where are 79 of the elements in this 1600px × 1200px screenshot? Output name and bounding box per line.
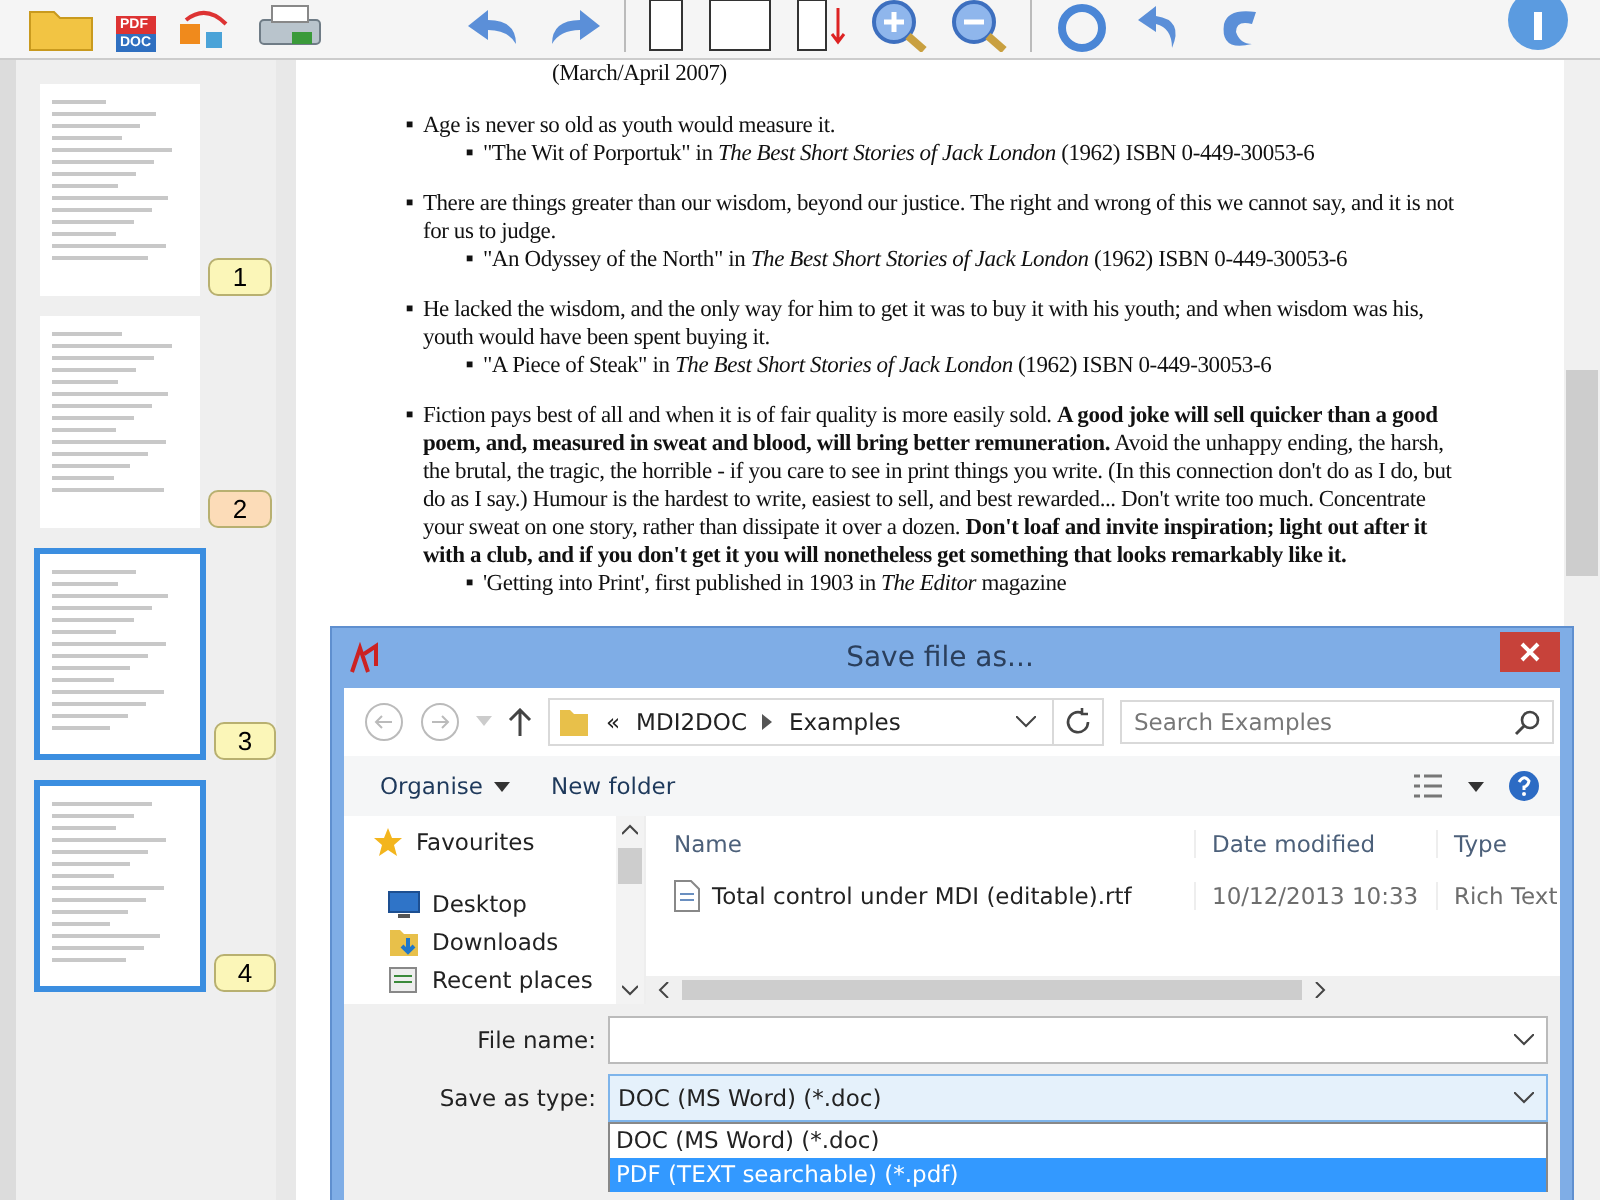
close-button[interactable] [1500,632,1560,672]
view-options-icon[interactable] [1412,772,1444,800]
chevron-up-icon[interactable] [622,824,638,836]
page-number-badge: 3 [214,722,276,760]
column-header[interactable]: Name [646,830,1194,858]
page-thumbnail[interactable] [34,548,206,760]
page-thumbnail[interactable] [34,780,206,992]
address-bar[interactable]: « MDI2DOC Examples [548,698,1104,746]
breadcrumb-item[interactable]: MDI2DOC [636,708,747,736]
source-text: "An Odyssey of the North" in The Best Short Stories of Jack London (1962) ISBN 0-449-30053-6 [482,246,1348,274]
field-label: File name: [475,1026,596,1054]
back-icon[interactable] [364,702,404,742]
source-text: 'Getting into Print', first published in 1903 in The Editor magazine [482,570,1067,598]
monitor-icon [388,889,420,917]
scrollbar[interactable] [616,816,644,1004]
command-button[interactable]: Organise [372,768,519,804]
forward-icon[interactable] [420,702,460,742]
source-text: "A Piece of Steak" in The Best Short Stories of Jack London (1962) ISBN 0-449-30053-6 [482,352,1272,380]
file-name-field[interactable] [608,1016,1548,1064]
scrollbar-thumb[interactable] [618,848,642,884]
chevron-down-icon[interactable] [1016,716,1036,728]
command-button[interactable]: New folder [542,768,684,804]
download-folder-icon [388,925,420,957]
document-text: (March/April 2007) [550,60,729,88]
field-label: Save as type: [437,1084,596,1112]
recent-places-icon [388,963,420,995]
caret-icon [494,781,511,791]
scrollbar[interactable] [276,60,296,1200]
chevron-down-icon[interactable] [1514,1034,1534,1046]
dialog-title: Save file as... [844,642,1036,674]
zoom-in-icon[interactable] [869,0,930,52]
search-field[interactable]: Search Examples [1120,700,1554,744]
close-icon [1520,642,1540,662]
page-down-icon[interactable] [793,0,850,52]
refresh-icon [1064,708,1092,736]
breadcrumb-item[interactable]: Examples [788,708,901,736]
save-type-dropdown[interactable]: DOC (MS Word) (*.doc) [608,1074,1548,1122]
breadcrumb-item[interactable]: « [606,708,621,736]
scrollbar-thumb[interactable] [682,980,1302,1000]
navigation-item[interactable]: Downloads [372,924,616,958]
page-thumbnail[interactable] [40,84,200,296]
file-type: Rich Text [1436,882,1560,910]
document-icon [674,880,700,912]
navigation-item[interactable]: Favourites [372,824,616,858]
quote-text: Fiction pays best of all and when it is of fair quality is more easily sold. A good joke will sell quicker than a good poem, and, measured in sweat and blood, will bring better remuneration. Avoid the unhappy ending, the harsh, the brutal, the tragic, the horrible - if you care to see in print things you write. (In this connection don't do as I do, but do as I say.) Humour is the hardest to write, easiest to sell, and best rewarded... Don't write too much. Concentrate your sweat on one story, rather than dissipate it over a dozen. Don't loaf and invite inspiration; light out after it with a club, and if you don't get it you will nonetheless get something that looks remarkably like it. [422,402,1454,570]
navigation-item[interactable]: Desktop [372,886,616,920]
page-number-badge: 2 [208,490,272,528]
scrollbar-thumb[interactable] [1566,370,1598,576]
page-number-badge: 4 [214,954,276,992]
file-date: 10/12/2013 10:33 [1194,882,1436,910]
navigation-item[interactable]: Recent places [372,962,616,996]
star-icon [372,825,404,857]
chevron-icon [762,714,773,730]
chevron-down-icon[interactable] [622,984,638,996]
app-logo-icon [348,642,380,674]
chevron-right-icon[interactable] [1314,982,1326,998]
scrollbar[interactable] [646,976,1560,1004]
info-icon[interactable] [1503,0,1572,52]
quote-text: He lacked the wisdom, and the only way for him to get it was to buy it with his youth; and when wisdom was his, youth would have been spent buying it. [422,296,1426,352]
help-icon[interactable] [1508,770,1540,802]
folder-icon[interactable] [28,8,96,52]
up-arrow-icon[interactable] [508,708,532,736]
quote-text: Age is never so old as youth would measure it. [422,112,836,140]
dropdown-option[interactable]: DOC (MS Word) (*.doc) [610,1124,1546,1158]
page-icon[interactable] [705,0,774,52]
page-icon[interactable] [645,0,686,52]
column-header[interactable]: Date modified [1194,830,1436,858]
source-text: "The Wit of Porportuk" in The Best Short Stories of Jack London (1962) ISBN 0-449-30053-6 [482,140,1315,168]
column-header[interactable]: Type [1436,830,1560,858]
page-number-badge: 1 [208,258,272,296]
file-name: Total control under MDI (editable).rtf [712,882,1132,910]
page-thumbnail[interactable] [40,316,200,528]
dropdown-arrow-icon[interactable] [1468,781,1484,791]
chevron-down-icon[interactable] [1514,1092,1534,1104]
folder-icon [558,706,590,738]
chevron-left-icon[interactable] [658,982,670,998]
zoom-out-icon[interactable] [949,0,1010,52]
file-row[interactable]: Total control under MDI (editable).rtf 10/12/2013 10:33 Rich Text [646,872,1560,920]
quote-text: There are things greater than our wisdom, beyond our justice. The right and wrong of this we cannot say, and it is not for us to judge. [422,190,1456,246]
